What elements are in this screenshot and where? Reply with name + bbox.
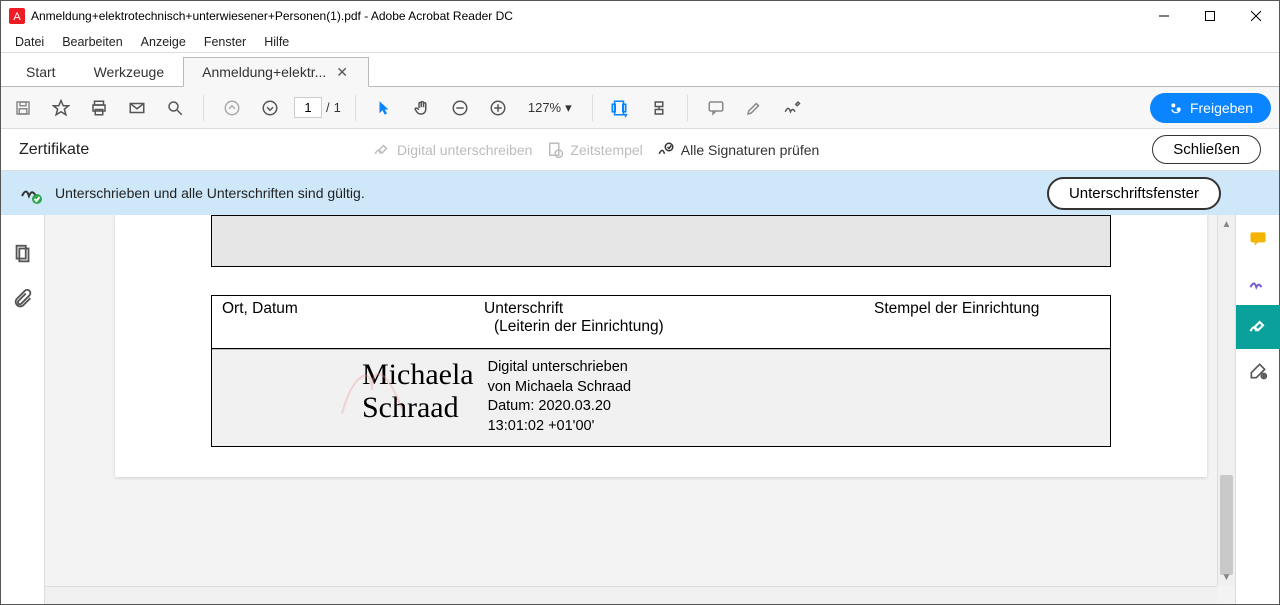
zoom-dropdown[interactable]: 127% ▾ [522, 98, 578, 118]
hand-tool-icon[interactable] [408, 94, 436, 122]
digital-sign-button[interactable]: Digital unterschreiben [373, 141, 532, 159]
tab-document-label: Anmeldung+elektr... [202, 64, 326, 80]
window-title: Anmeldung+elektrotechnisch+unterwiesener… [31, 9, 1141, 23]
digital-sign-label: Digital unterschreiben [397, 142, 532, 158]
col-unterschrift: Unterschrift (Leiterin der Einrichtung) [474, 296, 864, 348]
select-tool-icon[interactable] [370, 94, 398, 122]
tab-tools[interactable]: Werkzeuge [75, 56, 184, 86]
thumbnails-icon[interactable] [12, 243, 34, 265]
page-indicator: / 1 [294, 97, 341, 118]
sig-meta-line1: Digital unterschrieben [488, 358, 631, 378]
scroll-up-arrow[interactable]: ▲ [1218, 215, 1235, 233]
scroll-down-arrow[interactable]: ▼ [1218, 568, 1235, 586]
comment-icon[interactable] [702, 94, 730, 122]
window-maximize-button[interactable] [1187, 1, 1233, 31]
right-tools-rail [1235, 215, 1279, 604]
verify-signatures-button[interactable]: Alle Signaturen prüfen [657, 141, 820, 159]
menu-edit[interactable]: Bearbeiten [56, 33, 128, 51]
signer-lastname: Schraad [362, 391, 474, 424]
window-controls [1141, 1, 1279, 31]
certificates-tool-icon[interactable] [1236, 305, 1280, 349]
col-unterschrift-sub: (Leiterin der Einrichtung) [484, 318, 854, 342]
signature-valid-icon [19, 181, 43, 205]
sign-icon[interactable] [778, 94, 806, 122]
zoom-in-icon[interactable] [484, 94, 512, 122]
menu-window[interactable]: Fenster [198, 33, 252, 51]
window-close-button[interactable] [1233, 1, 1279, 31]
col-ort-datum: Ort, Datum [212, 296, 474, 348]
content-area: ◀ Ort, Datum Unterschrift (Leiterin der … [1, 215, 1279, 604]
left-sidebar [1, 215, 45, 604]
more-tools-icon[interactable] [1236, 349, 1280, 393]
sig-meta-line3: Datum: 2020.03.20 [488, 397, 631, 417]
vertical-scrollbar[interactable]: ▲ ▼ [1217, 215, 1235, 586]
main-toolbar: / 1 127% ▾ ▾ Freigeben [1, 87, 1279, 129]
tab-start[interactable]: Start [7, 56, 75, 86]
highlight-icon[interactable] [740, 94, 768, 122]
window-titlebar: A Anmeldung+elektrotechnisch+unterwiesen… [1, 1, 1279, 31]
timestamp-button[interactable]: Zeitstempel [546, 141, 642, 159]
menubar: Datei Bearbeiten Anzeige Fenster Hilfe [1, 31, 1279, 53]
menu-file[interactable]: Datei [9, 33, 50, 51]
signature-metadata: Digital unterschrieben von Michaela Schr… [488, 358, 631, 436]
mail-icon[interactable] [123, 94, 151, 122]
zoom-out-icon[interactable] [446, 94, 474, 122]
annotate-tool-icon[interactable] [1236, 217, 1280, 261]
table-header-row: Ort, Datum Unterschrift (Leiterin der Ei… [212, 296, 1110, 349]
toolbar-separator [355, 95, 356, 121]
col-unterschrift-label: Unterschrift [484, 300, 854, 318]
verify-signatures-label: Alle Signaturen prüfen [681, 142, 820, 158]
toolbar-separator [203, 95, 204, 121]
signature-status-bar: Unterschrieben und alle Unterschriften s… [1, 171, 1279, 215]
menu-view[interactable]: Anzeige [135, 33, 192, 51]
chevron-down-icon: ▾ [565, 100, 572, 116]
scroll-mode-icon[interactable] [645, 94, 673, 122]
tab-tools-label: Werkzeuge [94, 64, 165, 80]
toolbar-separator [687, 95, 688, 121]
scrollbar-thumb[interactable] [1220, 475, 1233, 575]
certificates-toolbar: Zertifikate Digital unterschreiben Zeits… [1, 129, 1279, 171]
find-icon[interactable] [161, 94, 189, 122]
star-icon[interactable] [47, 94, 75, 122]
menu-help[interactable]: Hilfe [258, 33, 295, 51]
certificates-title: Zertifikate [19, 141, 359, 159]
digital-signature-field[interactable]: Michaela Schraad Digital unterschrieben … [212, 349, 1110, 446]
timestamp-label: Zeitstempel [570, 142, 642, 158]
page-up-icon[interactable] [218, 94, 246, 122]
pdf-upper-box [211, 215, 1111, 267]
certificates-close-button[interactable]: Schließen [1152, 135, 1261, 164]
tab-start-label: Start [26, 64, 56, 80]
page-total: 1 [334, 100, 341, 115]
share-button[interactable]: Freigeben [1150, 93, 1271, 123]
svg-text:A: A [13, 11, 21, 23]
fit-width-icon[interactable]: ▾ [607, 94, 635, 122]
document-viewport[interactable]: Ort, Datum Unterschrift (Leiterin der Ei… [45, 215, 1235, 604]
document-tabs: Start Werkzeuge Anmeldung+elektr... ✕ [1, 53, 1279, 87]
page-down-icon[interactable] [256, 94, 284, 122]
signature-panel-button[interactable]: Unterschriftsfenster [1047, 177, 1221, 210]
tab-document[interactable]: Anmeldung+elektr... ✕ [183, 57, 369, 87]
signature-table: Ort, Datum Unterschrift (Leiterin der Ei… [211, 295, 1111, 447]
save-icon[interactable] [9, 94, 37, 122]
sig-meta-line2: von Michaela Schraad [488, 378, 631, 398]
zoom-value: 127% [528, 100, 561, 115]
print-icon[interactable] [85, 94, 113, 122]
horizontal-scrollbar[interactable] [45, 586, 1217, 604]
sig-meta-line4: 13:01:02 +01'00' [488, 417, 631, 437]
toolbar-separator [592, 95, 593, 121]
fill-sign-tool-icon[interactable] [1236, 261, 1280, 305]
pdf-page: Ort, Datum Unterschrift (Leiterin der Ei… [115, 215, 1207, 477]
signer-firstname: Michaela [362, 358, 474, 391]
share-button-label: Freigeben [1190, 100, 1253, 116]
window-minimize-button[interactable] [1141, 1, 1187, 31]
attachments-icon[interactable] [12, 289, 34, 311]
page-current-input[interactable] [294, 97, 322, 118]
page-sep: / [326, 100, 330, 115]
signature-status-text: Unterschrieben und alle Unterschriften s… [55, 185, 365, 201]
tab-close-icon[interactable]: ✕ [334, 64, 350, 81]
app-icon: A [9, 8, 25, 24]
col-stempel: Stempel der Einrichtung [864, 296, 1110, 348]
